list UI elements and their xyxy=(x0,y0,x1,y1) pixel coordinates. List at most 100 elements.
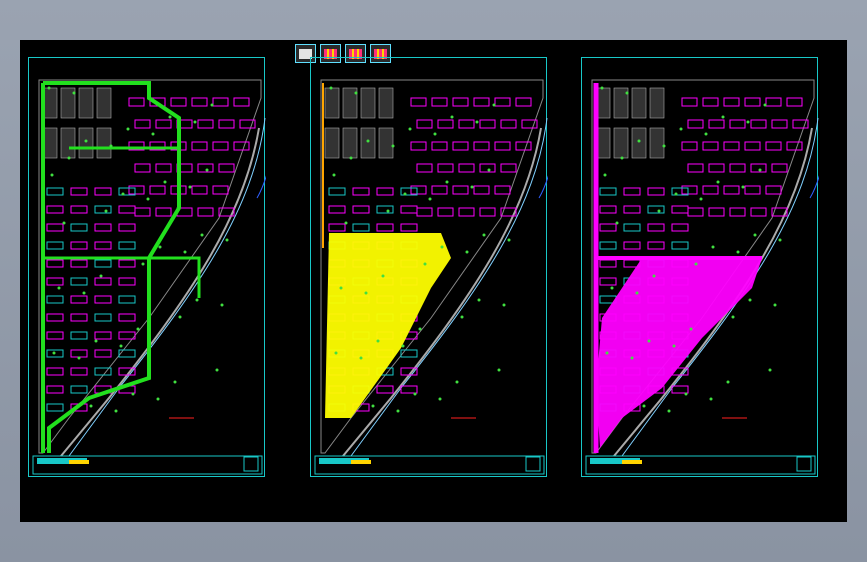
site-plan-sheet-1[interactable] xyxy=(28,57,266,477)
tree xyxy=(746,120,750,124)
tree xyxy=(657,209,661,213)
tree xyxy=(94,339,98,343)
tree xyxy=(731,315,735,319)
building xyxy=(479,207,496,217)
site-plan-sheet-2[interactable] xyxy=(310,57,548,477)
building xyxy=(70,349,88,358)
building xyxy=(750,119,767,129)
building xyxy=(687,163,704,173)
building xyxy=(118,277,136,286)
utility-block xyxy=(378,87,394,119)
tree xyxy=(428,197,432,201)
utility-block xyxy=(96,87,112,119)
building xyxy=(765,185,782,195)
tree xyxy=(465,250,469,254)
tree xyxy=(47,86,51,90)
tree xyxy=(126,127,130,131)
building xyxy=(671,385,689,394)
building xyxy=(400,349,418,358)
tree xyxy=(679,127,683,131)
tree xyxy=(470,185,474,189)
building xyxy=(134,207,151,217)
tree xyxy=(455,380,459,384)
tree xyxy=(163,180,167,184)
tree xyxy=(716,180,720,184)
building xyxy=(46,187,64,196)
tree xyxy=(114,409,118,413)
building xyxy=(786,97,803,107)
building xyxy=(729,119,746,129)
tree xyxy=(200,233,204,237)
utility-block xyxy=(631,127,647,159)
tree xyxy=(349,156,353,160)
building xyxy=(70,259,88,268)
building xyxy=(118,313,136,322)
building xyxy=(46,223,64,232)
tree xyxy=(694,262,698,266)
building xyxy=(431,97,448,107)
building xyxy=(623,241,641,250)
site-plan-sheet-3[interactable] xyxy=(581,57,819,477)
tree xyxy=(672,344,676,348)
building xyxy=(197,163,214,173)
building xyxy=(708,163,725,173)
building xyxy=(494,97,511,107)
building xyxy=(410,185,427,195)
utility-block xyxy=(360,87,376,119)
utility-block xyxy=(324,87,340,119)
building xyxy=(723,97,740,107)
building xyxy=(515,97,532,107)
tree xyxy=(57,286,61,290)
tree xyxy=(605,351,609,355)
tree xyxy=(662,144,666,148)
building xyxy=(452,185,469,195)
title-block-text xyxy=(69,460,89,464)
building xyxy=(623,187,641,196)
building xyxy=(46,313,64,322)
tree xyxy=(119,344,123,348)
tree xyxy=(625,91,629,95)
building xyxy=(70,367,88,376)
building xyxy=(729,163,746,173)
building xyxy=(671,241,689,250)
building xyxy=(431,141,448,151)
tree xyxy=(477,298,481,302)
tree xyxy=(630,356,634,360)
tree xyxy=(183,250,187,254)
tree xyxy=(121,192,125,196)
building xyxy=(723,141,740,151)
tree xyxy=(637,139,641,143)
tree xyxy=(386,209,390,213)
tree xyxy=(109,144,113,148)
building xyxy=(46,277,64,286)
building xyxy=(599,259,617,268)
tree xyxy=(502,303,506,307)
building xyxy=(687,119,704,129)
building xyxy=(437,207,454,217)
utility-block xyxy=(360,127,376,159)
building xyxy=(400,385,418,394)
utility-block xyxy=(378,127,394,159)
building xyxy=(744,185,761,195)
tree xyxy=(131,392,135,396)
building xyxy=(191,185,208,195)
tree xyxy=(773,303,777,307)
utility-block xyxy=(78,87,94,119)
tree xyxy=(689,327,693,331)
tree xyxy=(600,86,604,90)
tree xyxy=(603,173,607,177)
building xyxy=(702,97,719,107)
tree xyxy=(497,368,501,372)
utility-block xyxy=(42,127,58,159)
tree xyxy=(396,409,400,413)
building xyxy=(218,119,235,129)
building xyxy=(599,223,617,232)
tree xyxy=(156,397,160,401)
tree xyxy=(188,185,192,189)
tree xyxy=(99,274,103,278)
building xyxy=(771,163,788,173)
tree xyxy=(711,245,715,249)
building xyxy=(458,119,475,129)
tree xyxy=(364,291,368,295)
building xyxy=(197,119,214,129)
